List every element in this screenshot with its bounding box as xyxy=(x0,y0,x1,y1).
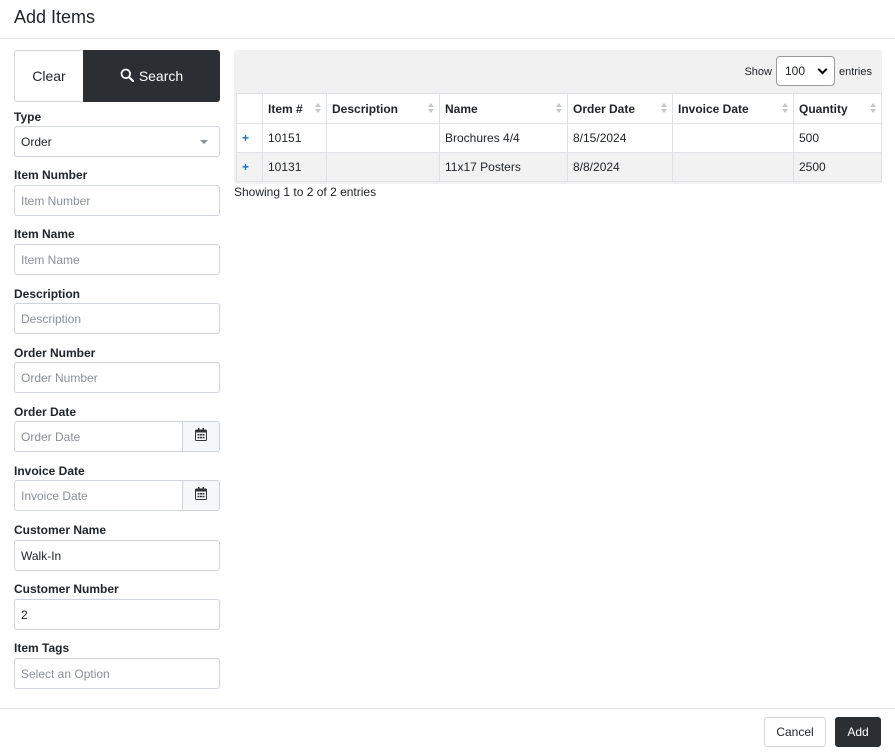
table-row[interactable]: + 10131 11x17 Posters 8/8/2024 2500 xyxy=(236,152,882,182)
type-select[interactable]: Order xyxy=(14,126,220,157)
order-number-input[interactable]: Order Number xyxy=(14,362,220,393)
cell-item: 10131 xyxy=(262,152,327,182)
search-icon xyxy=(120,68,134,85)
clear-button[interactable]: Clear xyxy=(14,50,83,102)
cell-quantity: 500 xyxy=(793,123,882,153)
table-info: Showing 1 to 2 of 2 entries xyxy=(234,185,377,199)
item-number-label: Item Number xyxy=(14,168,88,182)
dialog-header: Add Items xyxy=(0,0,895,39)
column-header-label: Order Date xyxy=(573,101,636,116)
order-date-label: Order Date xyxy=(14,405,77,419)
dialog-title: Add Items xyxy=(14,7,96,27)
calendar-icon xyxy=(195,486,207,505)
cell-description xyxy=(326,152,440,182)
item-name-input[interactable]: Item Name xyxy=(14,244,220,275)
cell-order-date: 8/8/2024 xyxy=(567,152,673,182)
item-tags-label: Item Tags xyxy=(14,641,70,655)
order-date-input[interactable]: Order Date xyxy=(14,421,183,452)
description-label: Description xyxy=(14,287,81,301)
column-header-label: Item # xyxy=(268,101,303,116)
item-name-label: Item Name xyxy=(14,227,75,241)
customer-name-input[interactable]: Walk-In xyxy=(14,540,220,571)
sort-icon xyxy=(782,103,788,113)
search-button[interactable]: Search xyxy=(83,50,220,102)
invoice-date-label: Invoice Date xyxy=(14,464,85,478)
description-input[interactable]: Description xyxy=(14,303,220,334)
sort-icon xyxy=(315,103,321,113)
column-header-name[interactable]: Name xyxy=(439,93,568,124)
cell-description xyxy=(326,123,440,153)
column-header-label: Name xyxy=(445,101,478,116)
show-label: Show xyxy=(744,66,772,78)
table-row[interactable]: + 10151 Brochures 4/4 8/15/2024 500 xyxy=(236,123,882,153)
column-header-item[interactable]: Item # xyxy=(262,93,327,124)
cell-quantity: 2500 xyxy=(793,152,882,182)
cell-invoice-date xyxy=(672,123,794,153)
search-button-label: Search xyxy=(138,68,184,84)
sort-icon xyxy=(661,103,667,113)
cell-order-date: 8/15/2024 xyxy=(567,123,673,153)
invoice-date-group: Invoice Date xyxy=(14,480,220,511)
column-header-label: Description xyxy=(332,101,399,116)
column-header-label: Quantity xyxy=(799,101,848,116)
add-button[interactable]: Add xyxy=(835,717,881,747)
column-header-description[interactable]: Description xyxy=(326,93,440,124)
table-header-row: Item # Description Name Order Date Invoi… xyxy=(236,93,882,124)
customer-name-label: Customer Name xyxy=(14,523,107,537)
page-size-select[interactable]: 100 xyxy=(776,56,835,86)
chevron-down-icon xyxy=(200,139,208,144)
order-date-picker-button[interactable] xyxy=(183,421,220,452)
expand-row-icon[interactable]: + xyxy=(236,123,263,153)
type-value: Order xyxy=(21,134,52,149)
cell-name: Brochures 4/4 xyxy=(439,123,568,153)
chevron-down-icon xyxy=(817,64,828,75)
column-header-quantity[interactable]: Quantity xyxy=(793,93,882,124)
order-date-group: Order Date xyxy=(14,421,220,452)
invoice-date-picker-button[interactable] xyxy=(183,480,220,511)
cancel-button[interactable]: Cancel xyxy=(764,717,826,747)
column-header-label: Invoice Date xyxy=(678,101,749,116)
invoice-date-input[interactable]: Invoice Date xyxy=(14,480,183,511)
sort-icon xyxy=(870,103,876,113)
item-number-input[interactable]: Item Number xyxy=(14,185,220,216)
cell-invoice-date xyxy=(672,152,794,182)
order-number-label: Order Number xyxy=(14,346,96,360)
cell-item: 10151 xyxy=(262,123,327,153)
cell-name: 11x17 Posters xyxy=(439,152,568,182)
page-size-value: 100 xyxy=(785,64,806,78)
customer-number-label: Customer Number xyxy=(14,582,119,596)
sort-icon xyxy=(556,103,562,113)
customer-number-input[interactable]: 2 xyxy=(14,599,220,630)
calendar-icon xyxy=(195,427,207,446)
expand-column-header xyxy=(236,93,263,124)
column-header-invoice-date[interactable]: Invoice Date xyxy=(672,93,794,124)
results-table: Item # Description Name Order Date Invoi… xyxy=(236,93,882,182)
entries-label: entries xyxy=(838,66,872,78)
column-header-order-date[interactable]: Order Date xyxy=(567,93,673,124)
type-label: Type xyxy=(14,110,42,124)
sort-icon xyxy=(428,103,434,113)
item-tags-select[interactable]: Select an Option xyxy=(14,658,220,689)
expand-row-icon[interactable]: + xyxy=(236,152,263,182)
dialog-footer xyxy=(0,708,895,756)
